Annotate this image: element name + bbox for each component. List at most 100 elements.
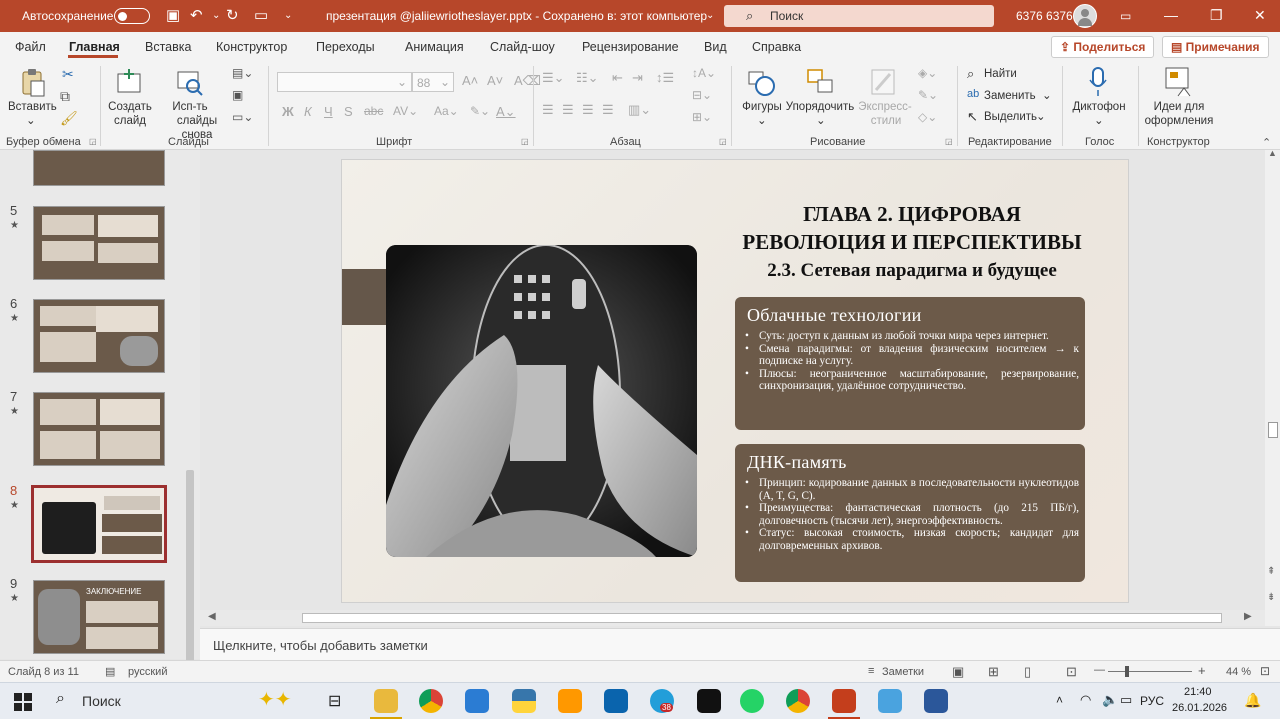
align-center-icon[interactable]: ☰	[562, 102, 574, 118]
horizontal-scrollbar[interactable]: ◀ ▶	[200, 610, 1265, 626]
paste-dropdown-icon[interactable]: ⌄	[26, 114, 36, 128]
clear-format-icon[interactable]: A⌫	[514, 73, 541, 89]
reset-icon[interactable]: ▣	[232, 88, 243, 102]
quick-styles-icon[interactable]	[870, 68, 898, 98]
comments-button[interactable]: ▤ Примечания	[1162, 36, 1269, 58]
share-button[interactable]: ⇪ Поделиться	[1051, 36, 1155, 58]
quick-styles-label-2[interactable]: стили	[862, 114, 910, 128]
powerpoint-icon[interactable]	[832, 689, 856, 713]
shape-effects-icon[interactable]: ◇⌄	[918, 110, 937, 124]
close-icon[interactable]: ✕	[1254, 7, 1266, 24]
italic-icon[interactable]: К	[304, 104, 312, 119]
tab-help[interactable]: Справка	[752, 40, 801, 54]
cloud-technologies-card[interactable]: Облачные технологии Суть: доступ к данны…	[735, 297, 1085, 430]
tab-slideshow[interactable]: Слайд-шоу	[490, 40, 555, 54]
align-right-icon[interactable]: ☰	[582, 102, 594, 118]
font-color-icon[interactable]: A⌄	[496, 104, 516, 120]
customize-qat-icon[interactable]: ⌄	[284, 10, 292, 21]
windows-start-icon[interactable]	[14, 693, 32, 711]
dictation-label[interactable]: Диктофон	[1070, 100, 1128, 114]
slide-thumbnail-8-selected[interactable]	[31, 485, 167, 563]
cut-icon[interactable]: ✂	[62, 66, 74, 83]
change-case-icon[interactable]: Aa⌄	[434, 104, 459, 118]
tab-transitions[interactable]: Переходы	[316, 40, 375, 54]
strike-icon[interactable]: abc	[364, 104, 383, 118]
paste-icon[interactable]	[20, 68, 46, 98]
increase-indent-icon[interactable]: ⇥	[632, 70, 643, 86]
ribbon-display-icon[interactable]: ▭	[1120, 9, 1131, 23]
find-label[interactable]: Найти	[984, 67, 1017, 81]
minimize-icon[interactable]: —	[1164, 7, 1178, 23]
section-icon[interactable]: ▭⌄	[232, 110, 253, 124]
tab-file[interactable]: Файл	[15, 40, 46, 54]
clock-date[interactable]: 26.01.2026	[1172, 702, 1227, 714]
photos-icon[interactable]	[878, 689, 902, 713]
normal-view-icon[interactable]: ▣	[952, 664, 964, 680]
reuse-slides-icon[interactable]	[176, 68, 204, 96]
text-direction-icon[interactable]: ↕A⌄	[692, 66, 716, 80]
redo-icon[interactable]: ↻	[226, 6, 239, 24]
new-slide-label-1[interactable]: Создать	[104, 100, 156, 114]
zoom-out-icon[interactable]: —	[1094, 664, 1105, 676]
file-explorer-icon[interactable]	[374, 689, 398, 713]
slide-thumbnail-9[interactable]: ЗАКЛЮЧЕНИЕ	[33, 580, 165, 654]
scroll-thumb[interactable]	[302, 613, 1222, 623]
input-language[interactable]: РУС	[1140, 694, 1164, 708]
zoom-slider[interactable]	[1108, 671, 1192, 672]
notes-placeholder[interactable]: Щелкните, чтобы добавить заметки	[213, 638, 428, 653]
columns-icon[interactable]: ▥⌄	[628, 102, 651, 118]
maximize-icon[interactable]: ❐	[1210, 7, 1223, 24]
slide-subtitle[interactable]: 2.3. Сетевая парадигма и будущее	[712, 260, 1112, 282]
slide-sorter-icon[interactable]: ⊞	[988, 664, 999, 680]
quick-styles-label-1[interactable]: Экспресс-	[856, 100, 914, 114]
slide-thumbnail-6[interactable]	[33, 299, 165, 373]
decrease-indent-icon[interactable]: ⇤	[612, 70, 623, 86]
replace-dropdown-icon[interactable]: ⌄	[1042, 89, 1052, 103]
select-dropdown-icon[interactable]: ⌄	[1036, 110, 1046, 124]
arrange-label[interactable]: Упорядочить	[784, 100, 856, 114]
tab-review[interactable]: Рецензирование	[582, 40, 679, 54]
sublime-icon[interactable]	[558, 689, 582, 713]
justify-icon[interactable]: ☰	[602, 102, 614, 118]
select-label[interactable]: Выделить	[984, 110, 1037, 124]
shadow-icon[interactable]: S	[344, 104, 353, 119]
tab-view[interactable]: Вид	[704, 40, 727, 54]
autosave-toggle[interactable]	[114, 8, 150, 24]
scroll-right-icon[interactable]: ▶	[1244, 611, 1252, 622]
new-slide-icon[interactable]	[116, 68, 144, 96]
notes-toggle-icon[interactable]: ≡	[868, 665, 874, 677]
line-spacing-icon[interactable]: ↕☰	[656, 70, 674, 86]
designer-icon[interactable]	[1164, 66, 1194, 98]
scroll-left-icon[interactable]: ◀	[208, 611, 216, 622]
next-slide-icon[interactable]: ⇟	[1267, 592, 1275, 603]
numbering-icon[interactable]: ☷⌄	[576, 70, 599, 86]
sparkle-icon[interactable]: ✦✦	[258, 687, 292, 712]
grow-font-icon[interactable]: A˄	[462, 73, 478, 88]
designer-label-2[interactable]: оформления	[1140, 114, 1218, 128]
bold-icon[interactable]: Ж	[282, 104, 294, 119]
undo-dropdown-icon[interactable]: ⌄	[212, 10, 220, 21]
scroll-thumb[interactable]	[1268, 422, 1278, 438]
designer-label-1[interactable]: Идеи для	[1146, 100, 1212, 114]
replace-label[interactable]: Заменить	[984, 89, 1036, 103]
fit-to-window-icon[interactable]: ⊡	[1260, 664, 1270, 678]
zoom-in-icon[interactable]: +	[1198, 663, 1206, 678]
save-icon[interactable]: ▣	[166, 6, 180, 24]
slideshow-icon[interactable]: ⊡	[1066, 664, 1077, 680]
spellcheck-icon[interactable]: ▤	[105, 665, 115, 678]
undo-icon[interactable]: ↶	[190, 6, 203, 24]
chrome-profile-icon[interactable]	[786, 689, 810, 713]
align-text-icon[interactable]: ⊟⌄	[692, 88, 712, 102]
align-left-icon[interactable]: ☰	[542, 102, 554, 118]
tray-overflow-icon[interactable]: ˄	[1056, 693, 1063, 707]
wifi-icon[interactable]: ◠	[1080, 692, 1091, 708]
select-icon[interactable]: ↖	[967, 109, 978, 125]
layout-icon[interactable]: ▤⌄	[232, 66, 253, 80]
zoom-slider-thumb[interactable]	[1125, 666, 1129, 677]
avatar[interactable]	[1073, 4, 1097, 28]
battery-icon[interactable]: ▭	[1120, 692, 1132, 708]
title-dropdown-icon[interactable]: ⌄	[706, 10, 714, 21]
previous-slide-icon[interactable]: ⇞	[1267, 566, 1275, 577]
scroll-up-icon[interactable]: ▲	[1268, 148, 1277, 158]
word-icon[interactable]	[924, 689, 948, 713]
